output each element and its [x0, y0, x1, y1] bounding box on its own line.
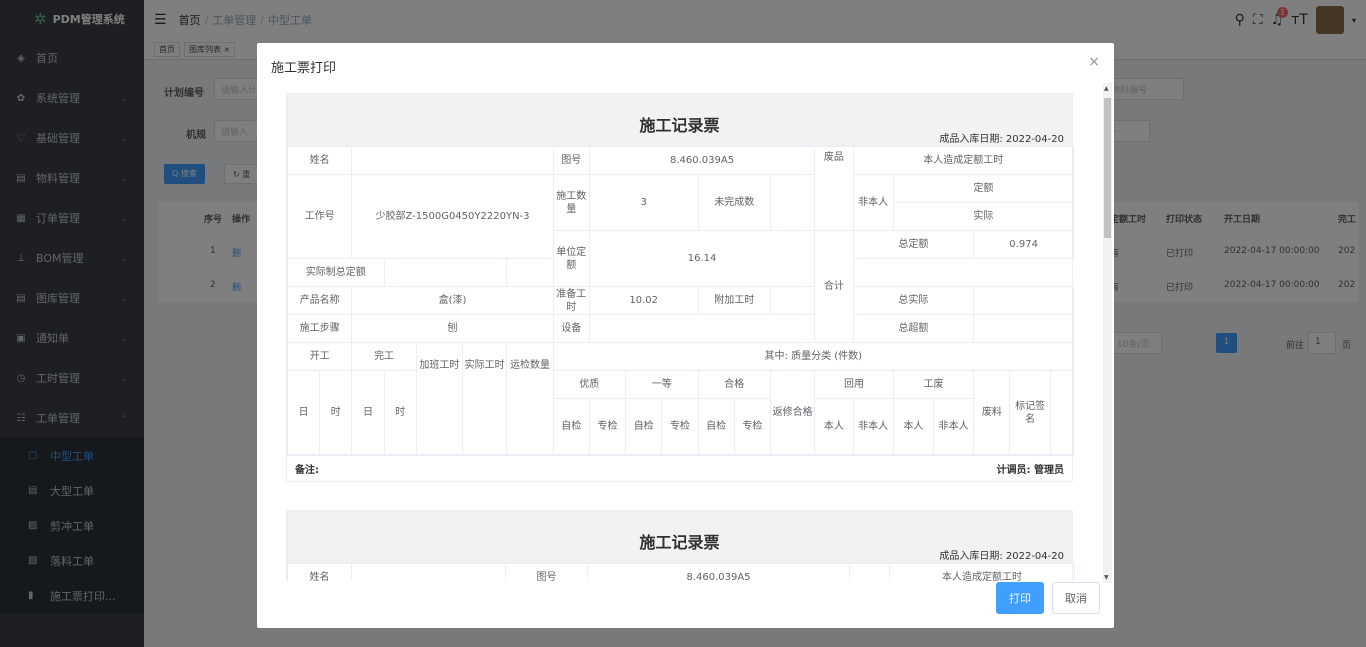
total-quota-label: 总定额	[852, 230, 975, 259]
unfinished-value	[769, 174, 816, 231]
name-label: 姓名	[286, 146, 353, 175]
material-scrap-label: 废料	[973, 370, 1011, 455]
close-icon[interactable]: ×	[1088, 54, 1100, 70]
qualified-self-check: 自检	[697, 398, 735, 455]
drawing-label: 图号	[552, 146, 590, 175]
equipment-label: 设备	[552, 314, 590, 343]
scrollbar-thumb[interactable]	[1104, 98, 1111, 238]
start-label: 开工	[286, 342, 353, 371]
product-name-value: 盒(漆)	[351, 286, 554, 315]
print-button[interactable]: 打印	[996, 582, 1044, 614]
excellent-special-check: 专检	[588, 398, 627, 455]
drawing-value: 8.460.039A5	[588, 146, 816, 175]
drawing-value: 8.460.039A5	[587, 563, 850, 581]
dialog-scrollbar[interactable]: ▲ ▼	[1103, 83, 1112, 583]
excellent-label: 优质	[552, 370, 627, 399]
record-sheet: 施工记录票 成品入库日期: 2022-04-20 姓名 图号 8.460.039…	[286, 93, 1075, 482]
unit-quota-value: 16.14	[588, 230, 816, 287]
quota-label: 定额	[892, 174, 1075, 203]
prep-hours-label: 准备工时	[552, 286, 590, 315]
repair-label: 返修合格	[769, 370, 816, 455]
actual-label: 实际	[892, 202, 1075, 231]
sheet-footer: 备注: 计调员: 管理员	[287, 455, 1072, 481]
product-name-label: 产品名称	[286, 286, 353, 315]
extra-hours-label: 附加工时	[697, 286, 771, 315]
total-quota-value: 0.974	[973, 230, 1074, 259]
scrap-nonself: 非本人	[932, 398, 975, 455]
name-label: 姓名	[287, 563, 352, 581]
inspect-qty-label: 运检数量	[506, 342, 554, 455]
first-special-check: 专检	[661, 398, 699, 455]
sheet-date: 成品入库日期: 2022-04-20	[939, 551, 1064, 562]
dialog-title: 施工票打印	[271, 61, 337, 76]
sheet-header: 施工记录票 成品入库日期: 2022-04-20	[287, 94, 1072, 146]
job-no-label: 工作号	[286, 174, 353, 259]
first-label: 一等	[625, 370, 699, 399]
actual-total-quota-value	[383, 258, 508, 287]
scroll-down-icon[interactable]: ▼	[1104, 574, 1109, 581]
job-no-value: 少胶部Z-1500G0450Y2220YN-3	[351, 174, 554, 259]
start-day-label: 日	[286, 370, 321, 455]
unfinished-label: 未完成数	[697, 174, 771, 231]
excellent-self-check: 自检	[552, 398, 590, 455]
name-value	[351, 146, 554, 175]
sheet-header: 施工记录票 成品入库日期: 2022-04-20	[287, 511, 1072, 563]
cancel-button[interactable]: 取消	[1052, 582, 1100, 614]
scrap-self: 本人	[892, 398, 935, 455]
overtime-label: 加班工时	[415, 342, 464, 455]
qualified-special-check: 专检	[733, 398, 771, 455]
total-over-value	[973, 314, 1074, 343]
personal-quota-label: 本人造成定额工时	[889, 563, 1075, 581]
step-label: 施工步骤	[286, 314, 353, 343]
qty-label: 施工数量	[552, 174, 590, 231]
record-table: 姓名 图号 8.460.039A5 本人造成定额工时	[287, 563, 1075, 581]
total-over-label: 总超额	[852, 314, 975, 343]
scrap-cell	[849, 563, 890, 581]
start-hour-label: 时	[319, 370, 353, 455]
step-value: 刨	[351, 314, 554, 343]
record-table: 姓名 图号 8.460.039A5 废品 本人造成定额工时 工作号 少胶部Z-1…	[286, 146, 1075, 455]
record-sheet-2: 施工记录票 成品入库日期: 2022-04-20 姓名 图号 8.460.039…	[286, 510, 1075, 581]
finish-day-label: 日	[351, 370, 385, 455]
personal-quota-label: 本人造成定额工时	[852, 146, 1074, 175]
scrap-label: 废品	[814, 146, 854, 231]
actual-total-quota-label: 实际制总定额	[287, 258, 385, 287]
dialog-footer: 打印 取消	[996, 582, 1100, 614]
first-self-check: 自检	[625, 398, 663, 455]
actual-hours-label: 实际工时	[462, 342, 508, 455]
remark-label: 备注:	[295, 465, 319, 476]
finish-hour-label: 时	[383, 370, 417, 455]
drawing-label: 图号	[505, 563, 588, 581]
non-self-label: 非本人	[852, 174, 894, 231]
reuse-nonself: 非本人	[852, 398, 894, 455]
sheet-date: 成品入库日期: 2022-04-20	[939, 134, 1064, 145]
quality-label: 其中: 质量分类 (件数)	[552, 342, 1075, 371]
total-label: 合计	[814, 230, 854, 343]
reuse-label: 回用	[814, 370, 894, 399]
prep-hours-value: 10.02	[588, 286, 699, 315]
scroll-up-icon[interactable]: ▲	[1104, 85, 1109, 92]
print-dialog: 施工票打印 × 施工记录票 成品入库日期: 2022-04-20 姓名 图号 8…	[257, 43, 1114, 628]
unit-quota-label: 单位定额	[552, 230, 590, 287]
empty-cell	[1049, 370, 1075, 455]
dispatcher-label: 计调员: 管理员	[996, 465, 1064, 476]
dialog-body: 施工记录票 成品入库日期: 2022-04-20 姓名 图号 8.460.039…	[257, 93, 1114, 581]
total-actual-label: 总实际	[852, 286, 975, 315]
qualified-label: 合格	[697, 370, 771, 399]
work-scrap-label: 工废	[892, 370, 975, 399]
name-value	[351, 563, 506, 581]
equipment-value	[588, 314, 816, 343]
reuse-self: 本人	[814, 398, 854, 455]
total-actual-value	[973, 286, 1074, 315]
mark-sign-label: 标记签名	[1009, 370, 1051, 455]
extra-hours-value	[769, 286, 816, 315]
qty-value: 3	[588, 174, 699, 231]
finish-label: 完工	[351, 342, 417, 371]
